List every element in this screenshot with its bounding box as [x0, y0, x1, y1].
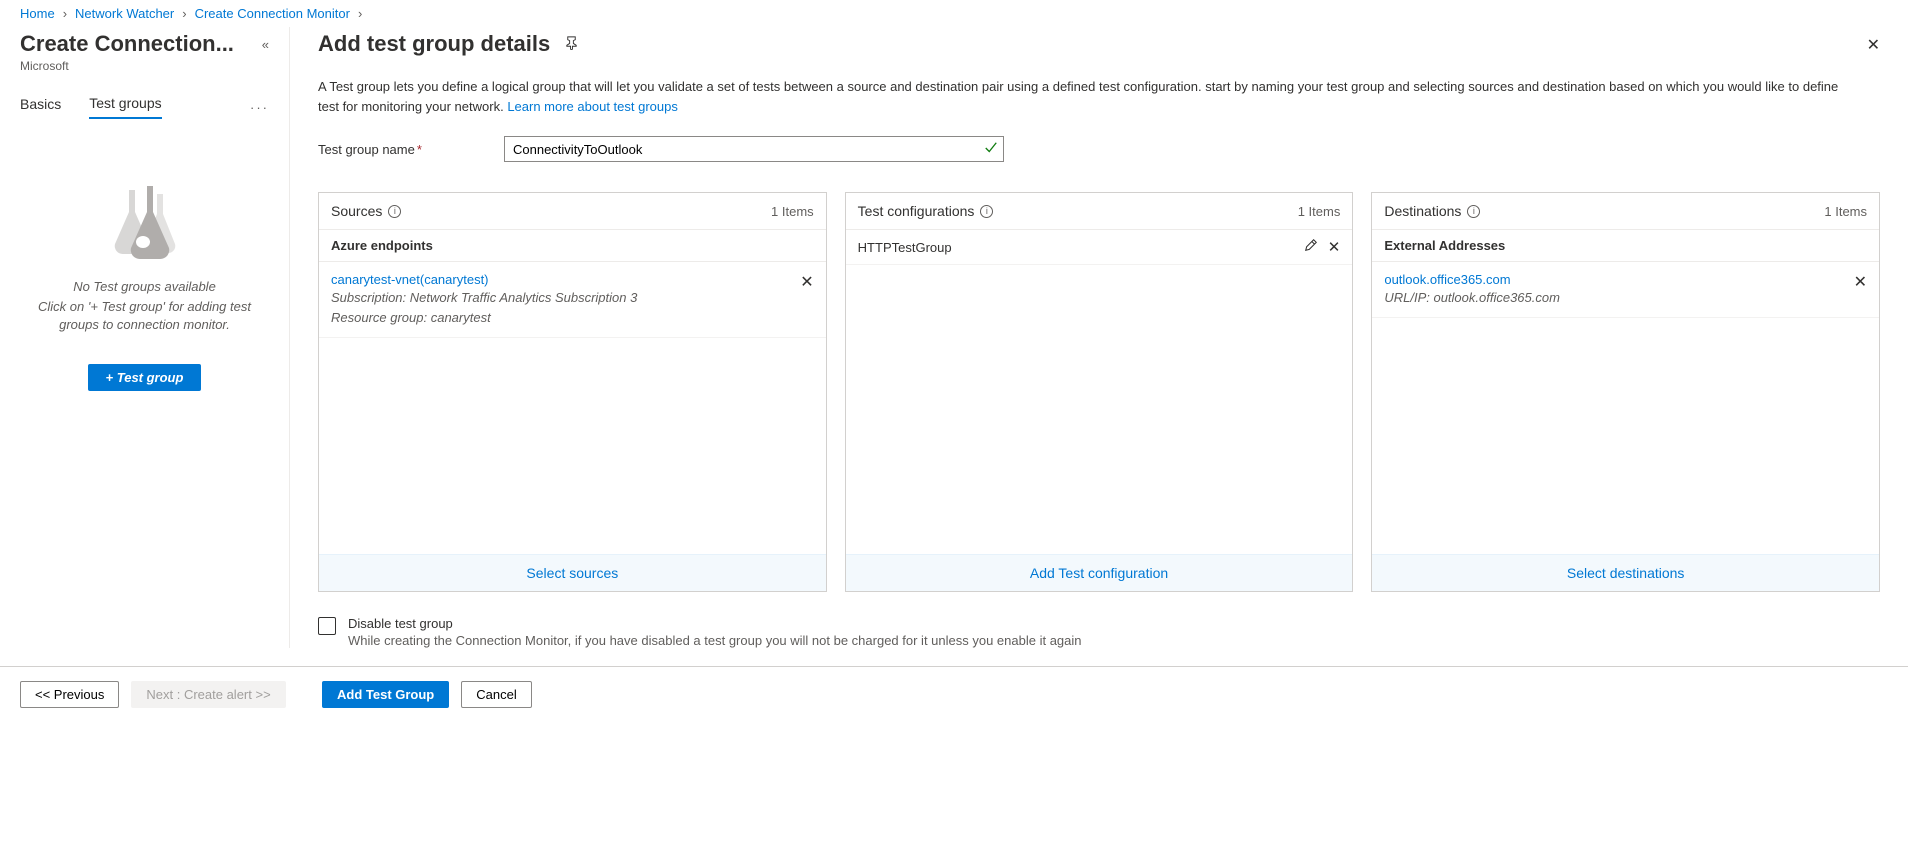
test-group-name-input[interactable] [504, 136, 1004, 162]
add-test-group-button[interactable]: + Test group [88, 364, 202, 391]
destinations-card: Destinations i 1 Items External Addresse… [1371, 192, 1880, 592]
empty-state: No Test groups available Click on '+ Tes… [20, 180, 269, 391]
disable-test-group-label: Disable test group [348, 616, 1082, 631]
cancel-button[interactable]: Cancel [461, 681, 531, 708]
destination-item: outlook.office365.com URL/IP: outlook.of… [1372, 262, 1879, 318]
page-subtitle: Microsoft [20, 59, 269, 73]
info-icon[interactable]: i [388, 205, 401, 218]
flask-icon [95, 180, 195, 260]
sources-count: 1 Items [771, 204, 814, 219]
destinations-count: 1 Items [1824, 204, 1867, 219]
test-configs-count: 1 Items [1298, 204, 1341, 219]
delete-destination-icon[interactable]: ✕ [1854, 272, 1867, 292]
chevron-right-icon: › [182, 6, 186, 21]
pin-icon[interactable] [564, 35, 579, 53]
checkmark-icon [984, 141, 998, 158]
page-title: Create Connection... [20, 31, 234, 57]
destinations-subhead: External Addresses [1372, 229, 1879, 262]
tab-test-groups[interactable]: Test groups [89, 95, 161, 119]
sources-card: Sources i 1 Items Azure endpoints canary… [318, 192, 827, 592]
destination-item-url: URL/IP: outlook.office365.com [1384, 289, 1853, 307]
empty-state-title: No Test groups available [20, 279, 269, 294]
sources-card-title: Sources [331, 203, 382, 219]
close-icon[interactable]: ✕ [1867, 35, 1880, 55]
chevron-right-icon: › [63, 6, 67, 21]
info-icon[interactable]: i [980, 205, 993, 218]
collapse-icon[interactable]: « [262, 37, 269, 52]
add-test-config-button[interactable]: Add Test configuration [846, 554, 1353, 591]
delete-source-icon[interactable]: ✕ [800, 272, 813, 292]
disable-test-group-desc: While creating the Connection Monitor, i… [348, 633, 1082, 648]
edit-test-config-icon[interactable] [1304, 238, 1318, 256]
source-item-link[interactable]: canarytest-vnet(canarytest) [331, 272, 489, 287]
panel-title: Add test group details [318, 31, 550, 57]
sources-subhead: Azure endpoints [319, 229, 826, 262]
left-panel: Create Connection... « Microsoft Basics … [0, 27, 290, 648]
test-config-item-title: HTTPTestGroup [858, 240, 952, 255]
breadcrumb-network-watcher[interactable]: Network Watcher [75, 6, 174, 21]
breadcrumb-create-connection-monitor[interactable]: Create Connection Monitor [195, 6, 350, 21]
learn-more-link[interactable]: Learn more about test groups [507, 99, 678, 114]
add-test-group-submit-button[interactable]: Add Test Group [322, 681, 449, 708]
source-item: canarytest-vnet(canarytest) Subscription… [319, 262, 826, 338]
destinations-card-title: Destinations [1384, 203, 1461, 219]
info-icon[interactable]: i [1467, 205, 1480, 218]
source-item-subscription: Subscription: Network Traffic Analytics … [331, 289, 800, 307]
test-configs-card-title: Test configurations [858, 203, 975, 219]
destination-item-link[interactable]: outlook.office365.com [1384, 272, 1510, 287]
breadcrumb: Home › Network Watcher › Create Connecti… [0, 0, 1908, 27]
right-panel: ✕ Add test group details A Test group le… [290, 27, 1908, 648]
select-sources-button[interactable]: Select sources [319, 554, 826, 591]
select-destinations-button[interactable]: Select destinations [1372, 554, 1879, 591]
delete-test-config-icon[interactable]: ✕ [1328, 238, 1341, 256]
next-button[interactable]: Next : Create alert >> [131, 681, 285, 708]
previous-button[interactable]: << Previous [20, 681, 119, 708]
disable-test-group-checkbox[interactable] [318, 617, 336, 635]
source-item-rg: Resource group: canarytest [331, 309, 800, 327]
footer-bar: << Previous Next : Create alert >> Add T… [0, 666, 1908, 722]
breadcrumb-home[interactable]: Home [20, 6, 55, 21]
chevron-right-icon: › [358, 6, 362, 21]
test-configs-card: Test configurations i 1 Items HTTPTestGr… [845, 192, 1354, 592]
test-config-item: HTTPTestGroup ✕ [846, 230, 1353, 265]
empty-state-desc: Click on '+ Test group' for adding test … [20, 298, 269, 334]
tabs-overflow-icon[interactable]: ··· [250, 100, 269, 115]
panel-description: A Test group lets you define a logical g… [318, 77, 1858, 116]
test-group-name-label: Test group name* [318, 142, 504, 157]
tab-basics[interactable]: Basics [20, 96, 61, 118]
